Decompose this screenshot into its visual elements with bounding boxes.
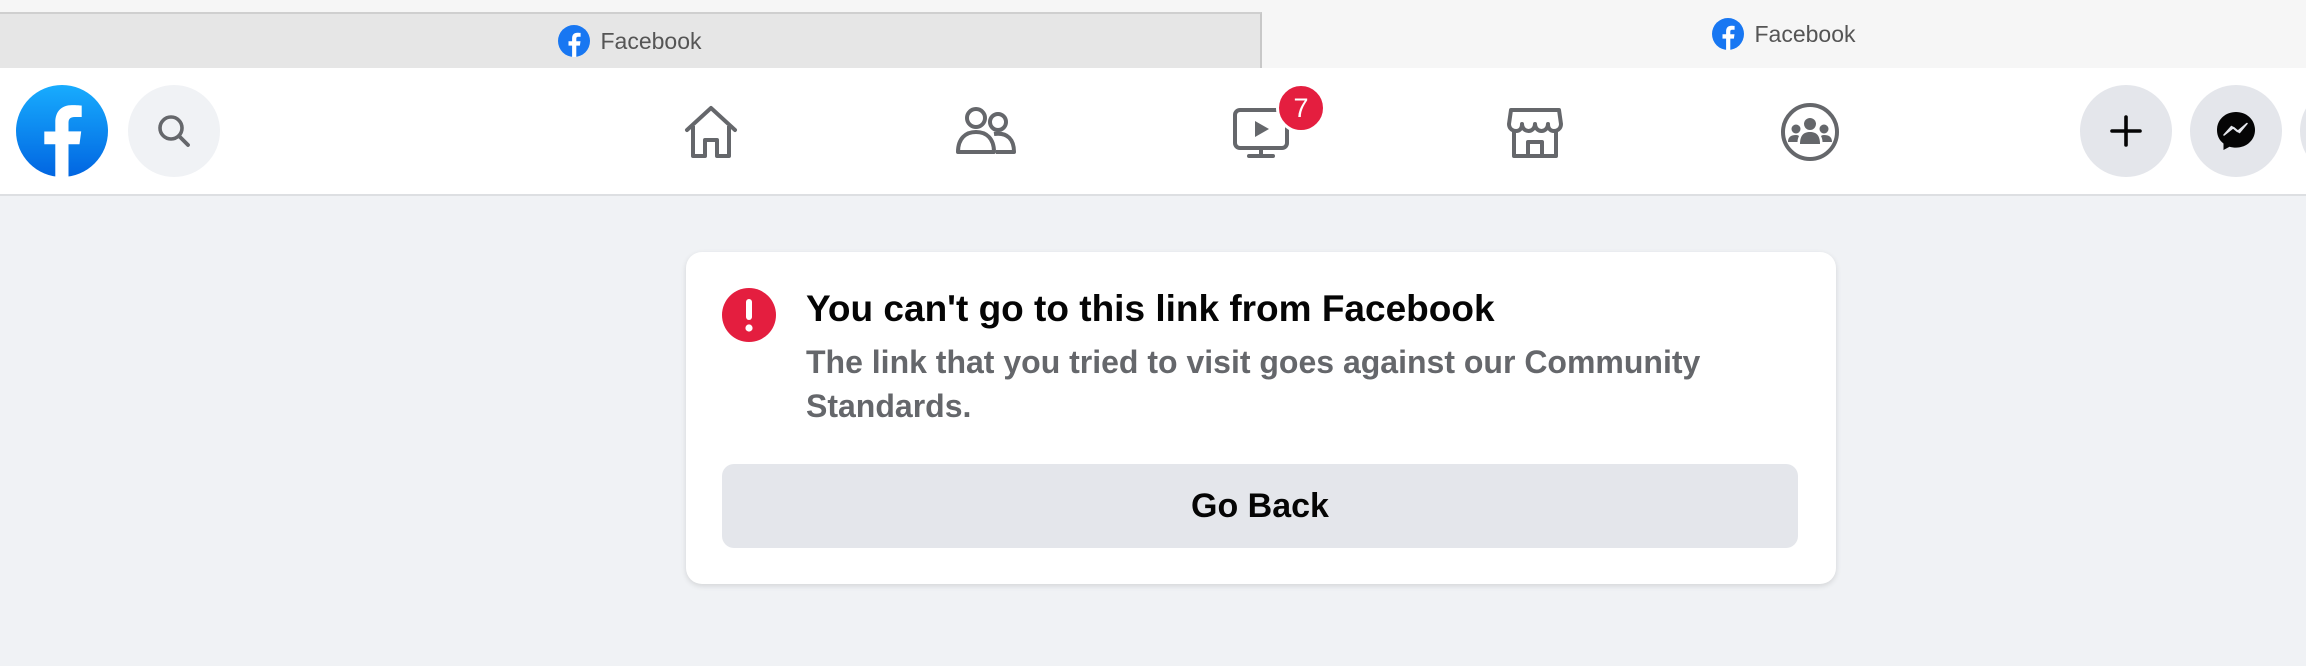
browser-tab-2[interactable]: Facebook [1262, 0, 2306, 68]
alert-icon [722, 288, 776, 342]
nav-groups[interactable] [1774, 96, 1846, 168]
friends-icon [956, 107, 1016, 154]
nav-marketplace[interactable] [1499, 96, 1571, 168]
nav-home[interactable] [675, 96, 747, 168]
nav-friends[interactable] [950, 96, 1022, 168]
go-back-button[interactable]: Go Back [722, 464, 1798, 548]
home-icon [685, 106, 737, 158]
search-button[interactable] [128, 85, 220, 177]
menu-button-partial[interactable] [2300, 85, 2306, 177]
blocked-link-card: You can't go to this link from Facebook … [686, 252, 1836, 584]
browser-tab-strip: Facebook Facebook [0, 0, 2306, 68]
plus-icon [2110, 115, 2142, 147]
browser-tab-1[interactable]: Facebook [0, 12, 1262, 68]
create-button[interactable] [2080, 85, 2172, 177]
facebook-top-nav: 7 [0, 68, 2306, 196]
watch-notification-badge: 7 [1276, 83, 1326, 133]
browser-tab-title: Facebook [1754, 20, 1856, 47]
messenger-button[interactable] [2190, 85, 2282, 177]
groups-icon [1781, 103, 1839, 161]
search-icon [158, 115, 190, 147]
facebook-favicon-icon [558, 25, 591, 57]
facebook-favicon-icon [1712, 18, 1745, 50]
facebook-logo-icon[interactable] [16, 85, 108, 177]
error-title: You can't go to this link from Facebook [806, 288, 1495, 329]
messenger-icon [2217, 112, 2255, 150]
browser-tab-title: Facebook [600, 27, 702, 54]
marketplace-icon [1507, 108, 1563, 158]
error-message: The link that you tried to visit goes ag… [806, 344, 1701, 424]
